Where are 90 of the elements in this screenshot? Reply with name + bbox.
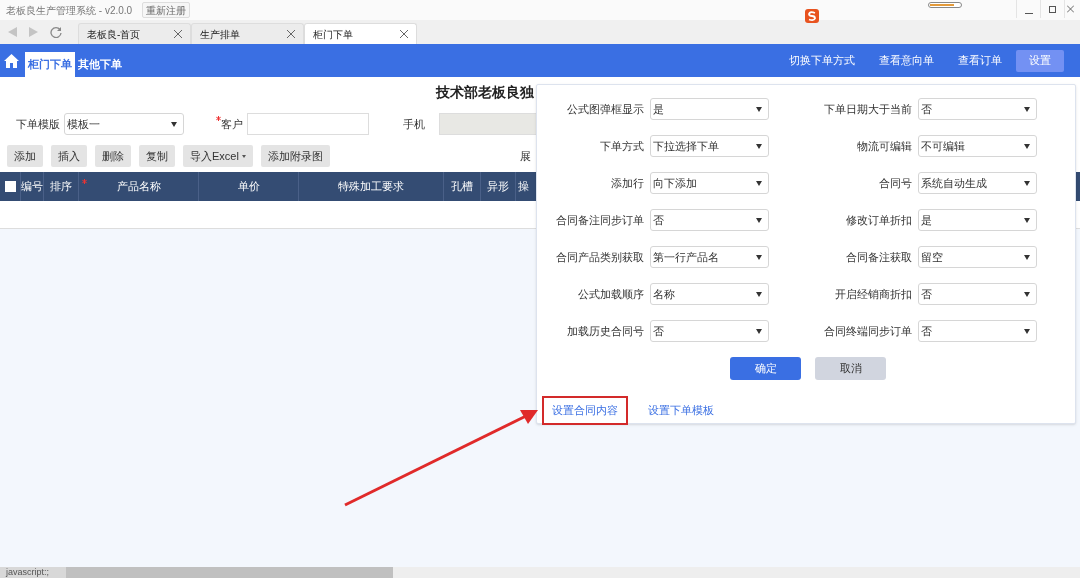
required-icon xyxy=(216,115,221,121)
caret-icon xyxy=(756,106,762,112)
setting-label: 物流可编辑 xyxy=(856,138,912,154)
browser-tab[interactable]: 柜门下单 xyxy=(304,23,417,44)
select-field[interactable]: 第一行产品名 xyxy=(650,246,769,268)
caret-icon xyxy=(756,328,762,334)
select-field[interactable]: 名称 xyxy=(650,283,769,305)
close-icon[interactable] xyxy=(400,30,408,38)
toolbar-button[interactable]: 添加 xyxy=(7,145,43,167)
setting-label: 合同终端同步订单 xyxy=(823,323,912,339)
caret-icon xyxy=(171,121,177,127)
register-button[interactable]: 重新注册 xyxy=(142,2,191,18)
cancel-button[interactable]: 取消 xyxy=(815,357,886,380)
caret-icon xyxy=(1024,291,1030,297)
select-field[interactable]: 否 xyxy=(918,98,1037,120)
setting-label: 合同号 xyxy=(878,175,912,191)
select-field[interactable]: 向下添加 xyxy=(650,172,769,194)
caret-icon xyxy=(1024,180,1030,186)
column-header: 编号 xyxy=(21,179,43,195)
caret-icon xyxy=(1024,217,1030,223)
select-all-checkbox[interactable] xyxy=(4,181,16,192)
toolbar-button[interactable]: 插入 xyxy=(51,145,87,167)
field-label: 客户 xyxy=(221,116,243,132)
select-field[interactable]: 系统自动生成 xyxy=(918,172,1037,194)
select-field[interactable]: 否 xyxy=(918,320,1037,342)
refresh-icon[interactable] xyxy=(50,26,62,38)
nav-tab[interactable]: 柜门下单 xyxy=(25,52,75,77)
setting-label: 合同备注获取 xyxy=(845,249,912,265)
nav-tab[interactable]: 其他下单 xyxy=(75,52,125,77)
caret-icon xyxy=(1024,254,1030,260)
caret-icon xyxy=(756,180,762,186)
column-header: 排序 xyxy=(50,179,72,195)
select-field[interactable]: 留空 xyxy=(918,246,1037,268)
select-field[interactable]: 否 xyxy=(650,320,769,342)
field-label: 手机 xyxy=(403,116,425,132)
home-icon[interactable] xyxy=(4,53,19,68)
toolbar-button[interactable]: 添加附录图 xyxy=(260,145,330,167)
nav-action[interactable]: 切换下单方式 xyxy=(779,49,865,72)
setting-label: 下单方式 xyxy=(599,138,644,154)
toolbar-button[interactable]: 删除 xyxy=(95,145,131,167)
select-field[interactable]: 否 xyxy=(650,209,769,231)
text-field[interactable] xyxy=(247,113,369,135)
setting-label: 开启经销商折扣 xyxy=(834,286,912,302)
setting-label: 下单日期大于当前 xyxy=(823,101,912,117)
caret-icon xyxy=(1024,328,1030,334)
toolbar-button[interactable]: 导入Excel xyxy=(183,145,253,167)
setting-label: 添加行 xyxy=(610,175,644,191)
setting-label: 修改订单折扣 xyxy=(845,212,912,228)
column-header: 操 xyxy=(518,179,529,195)
column-header: 异形 xyxy=(487,179,509,195)
expand-label: 展 xyxy=(519,148,531,164)
caret-icon xyxy=(1024,143,1030,149)
select-field[interactable]: 下拉选择下单 xyxy=(650,135,769,157)
browser-tab[interactable]: 老板良-首页 xyxy=(78,23,191,44)
close-button[interactable] xyxy=(1064,0,1074,18)
select-field[interactable]: 是 xyxy=(650,98,769,120)
setting-label: 合同产品类别获取 xyxy=(555,249,644,265)
close-icon[interactable] xyxy=(287,30,295,38)
caret-icon xyxy=(756,291,762,297)
caret-icon xyxy=(241,154,246,158)
column-header: 产品名称 xyxy=(116,179,161,195)
toolbar-button[interactable]: 复制 xyxy=(139,145,175,167)
settings-link[interactable]: 设置合同内容 xyxy=(542,396,628,425)
caret-icon xyxy=(756,143,762,149)
setting-label: 加载历史合同号 xyxy=(566,323,644,339)
caret-icon xyxy=(1024,106,1030,112)
nav-action[interactable]: 查看订单 xyxy=(948,49,1012,72)
field-label: 下单模版 xyxy=(16,116,60,132)
column-header: 孔槽 xyxy=(451,179,473,195)
select-field[interactable]: 是 xyxy=(918,209,1037,231)
caret-icon xyxy=(756,254,762,260)
column-header: 单价 xyxy=(237,179,260,195)
confirm-button[interactable]: 确定 xyxy=(730,357,801,380)
status-text: javascript:; xyxy=(0,567,66,578)
select-field[interactable]: 否 xyxy=(918,283,1037,305)
window-title: 老板良生产管理系统 - v2.0.0 xyxy=(6,3,133,18)
caret-icon xyxy=(756,217,762,223)
setting-label: 公式加载顺序 xyxy=(577,286,644,302)
select-field[interactable]: 不可编辑 xyxy=(918,135,1037,157)
browser-tab[interactable]: 生产排单 xyxy=(191,23,304,44)
setting-label: 合同备注同步订单 xyxy=(555,212,644,228)
scrollbar[interactable] xyxy=(66,567,393,578)
settings-link[interactable]: 设置下单模板 xyxy=(640,396,722,425)
nav-action[interactable]: 查看意向单 xyxy=(869,49,944,72)
column-header: 特殊加工要求 xyxy=(338,179,404,195)
select-field[interactable]: 模板一 xyxy=(64,113,184,135)
setting-label: 公式图弹框显示 xyxy=(566,101,644,117)
close-icon[interactable] xyxy=(174,30,182,38)
page-title: 技术部老板良独 xyxy=(436,82,534,102)
required-icon xyxy=(82,179,87,184)
